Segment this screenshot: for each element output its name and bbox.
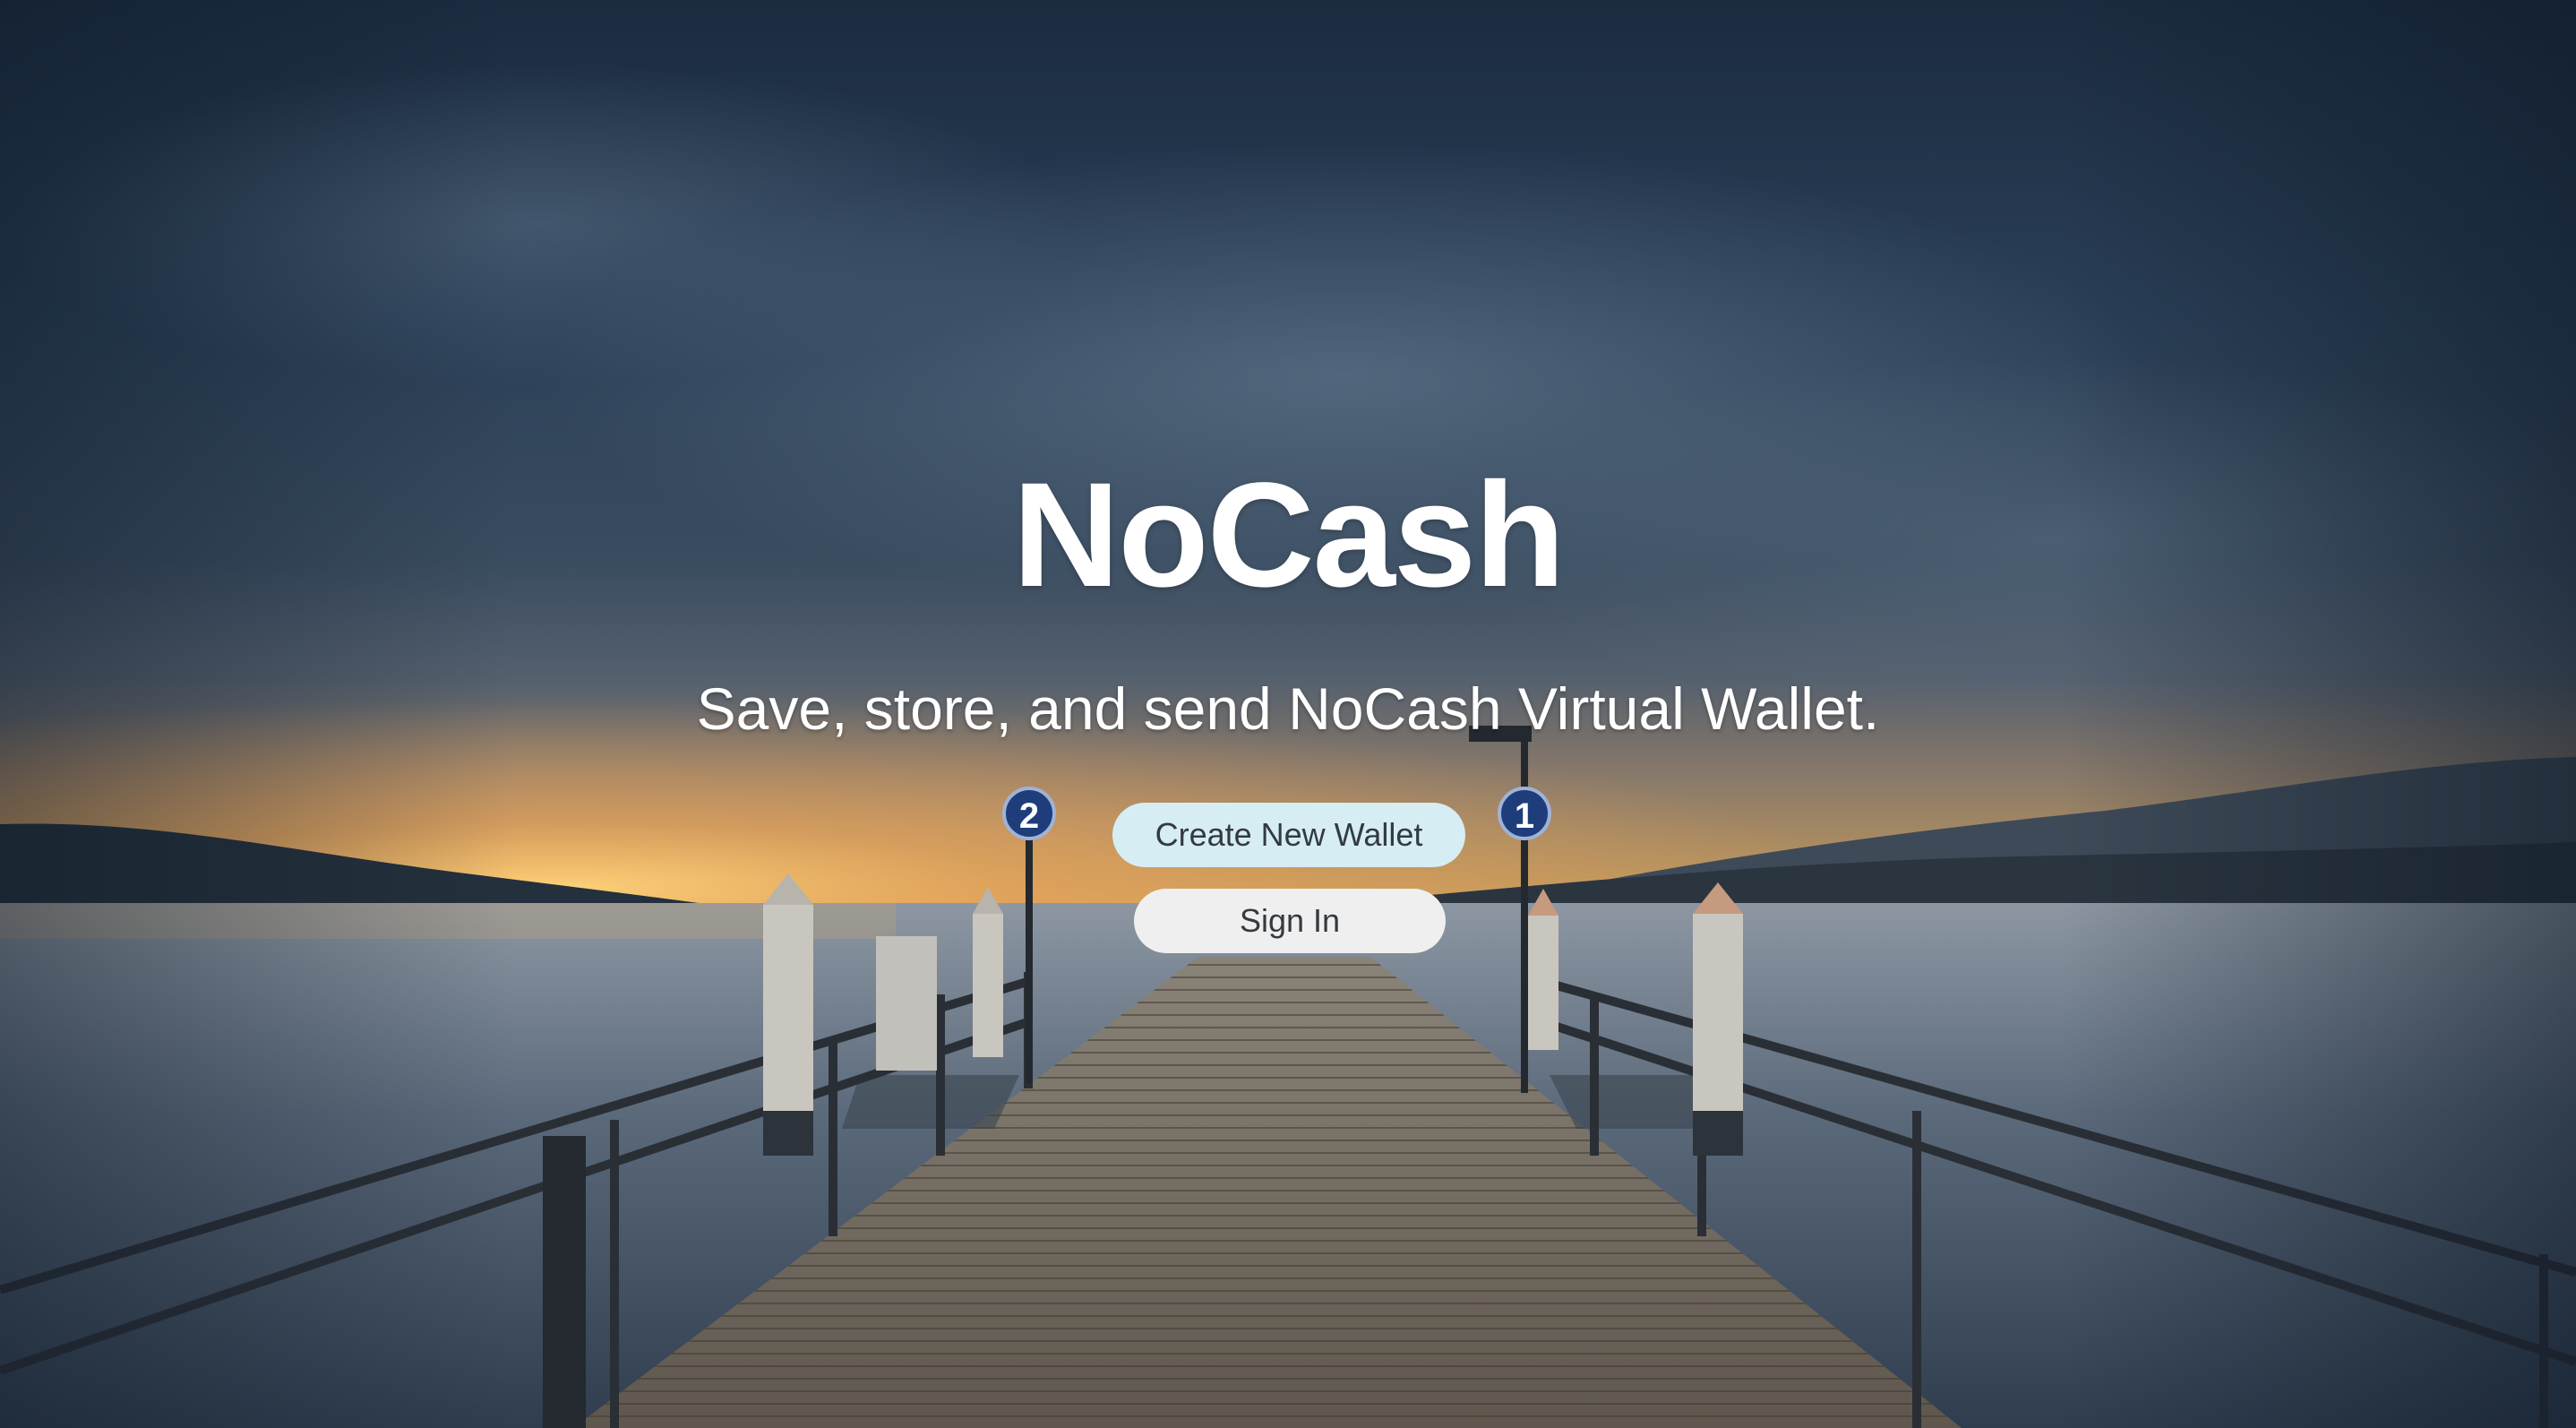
- hero-section: 2 1 NoCash Save, store, and send NoCash …: [0, 0, 2576, 1428]
- app-title: NoCash: [1012, 452, 1565, 618]
- sign-in-button[interactable]: Sign In: [1134, 889, 1446, 953]
- create-wallet-label: Create New Wallet: [1155, 816, 1423, 853]
- create-wallet-button[interactable]: Create New Wallet: [1112, 803, 1465, 867]
- sign-in-label: Sign In: [1239, 902, 1341, 939]
- tagline: Save, store, and send NoCash Virtual Wal…: [696, 675, 1880, 742]
